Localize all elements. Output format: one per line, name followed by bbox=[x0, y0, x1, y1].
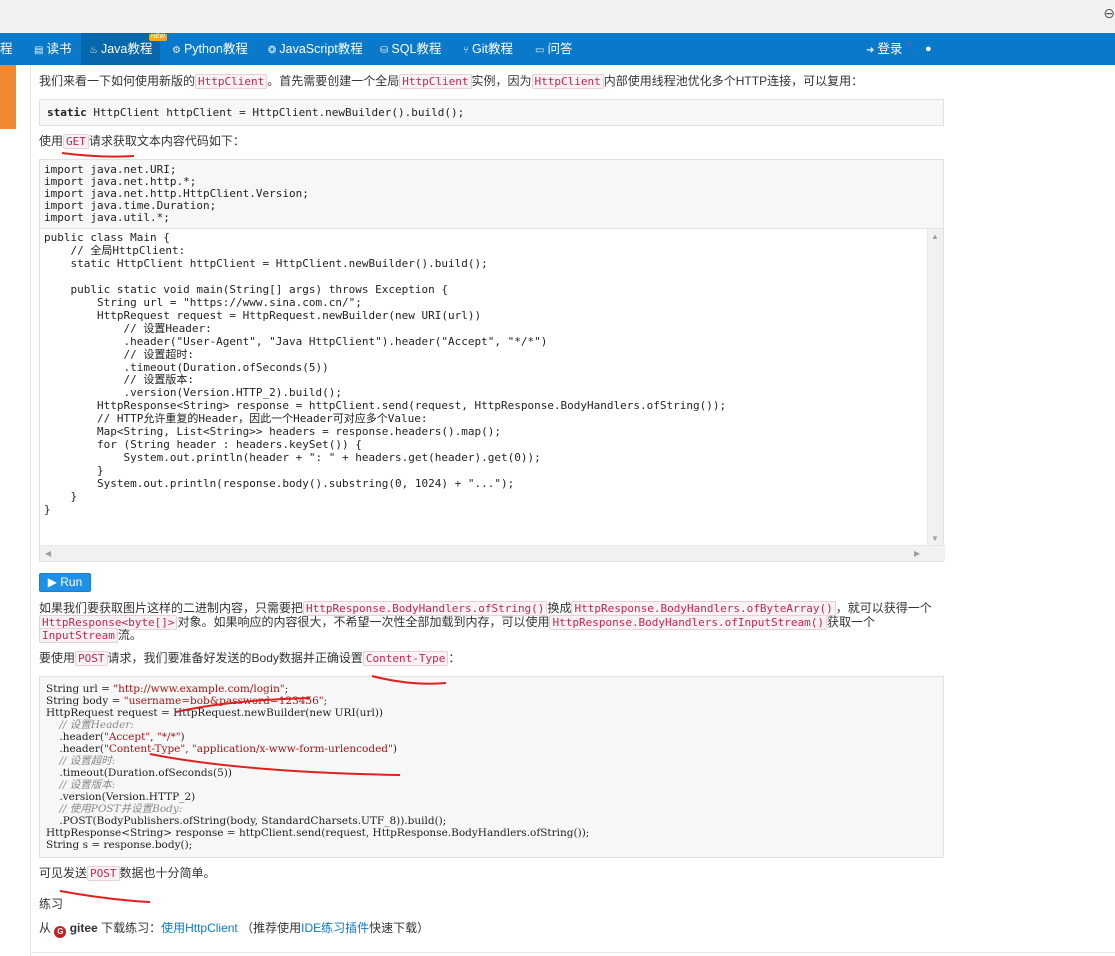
coffee-icon: ♨ bbox=[89, 45, 98, 56]
browser-topbar: ⊖ bbox=[0, 0, 1115, 34]
red-underline-post bbox=[59, 890, 151, 903]
inline-code: HttpClient bbox=[195, 74, 268, 89]
text: 要使用 bbox=[39, 651, 76, 665]
inline-code: HttpResponse.BodyHandlers.ofInputStream(… bbox=[549, 614, 827, 630]
inline-code: POST bbox=[87, 866, 120, 881]
text: 对象。如果响应的内容很大，不希望一次性全部加载到内存，可以使用 bbox=[177, 614, 550, 629]
new-badge: NEW bbox=[149, 34, 167, 41]
binary-paragraph: 如果我们要获取图片这样的二进制内容，只需要把 HttpResponse.BodyH… bbox=[39, 601, 932, 643]
scroll-down-icon[interactable]: ▼ bbox=[931, 534, 939, 543]
sign-in-icon: ➜ bbox=[866, 45, 875, 56]
language-globe-button[interactable]: ● bbox=[925, 33, 932, 65]
text: 请求，我们要准备好发送的Body数据并正确设置 bbox=[107, 651, 363, 665]
text: 使用 bbox=[39, 134, 64, 148]
gitee-label: gitee bbox=[69, 921, 98, 935]
text: 我们来看一下如何使用新版的 bbox=[39, 74, 196, 88]
text: ，就可以获得一个 bbox=[835, 601, 932, 615]
get-paragraph: 使用 GET 请求获取文本内容代码如下： bbox=[39, 134, 245, 149]
nav-item-label: 程 bbox=[0, 42, 13, 56]
nav-item-label: SQL教程 bbox=[391, 42, 442, 56]
horizontal-scrollbar[interactable]: ◀ ▶ bbox=[40, 545, 945, 561]
ide-plugin-link[interactable]: IDE练习插件 bbox=[301, 921, 369, 935]
exercise-paragraph: 从 G gitee 下载练习：使用HttpClient （推荐使用IDE练习插件… bbox=[39, 922, 429, 938]
vertical-scrollbar[interactable]: ▲ ▼ bbox=[927, 229, 943, 546]
nav-item-label: Python教程 bbox=[183, 42, 248, 56]
nav-item-tutorial[interactable]: 程 bbox=[0, 33, 13, 65]
inline-code: GET bbox=[63, 134, 89, 149]
nav-item-label: Java教程 bbox=[100, 42, 153, 56]
login-label: 登录 bbox=[877, 42, 903, 56]
post-code-block: String url = "http://www.example.com/log… bbox=[39, 676, 944, 858]
post-code: String url = "http://www.example.com/log… bbox=[46, 683, 590, 851]
code-keyword: static bbox=[47, 106, 87, 119]
inline-code: InputStream bbox=[39, 628, 118, 643]
gitee-logo-icon: G bbox=[54, 926, 67, 938]
text: （推荐使用 bbox=[241, 921, 302, 935]
comment-icon: ▭ bbox=[535, 45, 545, 56]
text: 数据也十分简单。 bbox=[119, 866, 216, 880]
nav-item-python[interactable]: ⚙ Python教程 bbox=[172, 33, 248, 65]
inline-code: HttpResponse.BodyHandlers.ofByteArray() bbox=[571, 601, 836, 616]
text: 如果我们要获取图片这样的二进制内容，只需要把 bbox=[39, 601, 304, 615]
nav-item-label: Git教程 bbox=[472, 42, 513, 56]
login-button[interactable]: ➜ 登录 bbox=[866, 33, 902, 65]
text: 从 bbox=[39, 921, 52, 935]
text: 下载练习： bbox=[101, 921, 162, 935]
nav-item-label: 问答 bbox=[547, 42, 573, 56]
nav-item-label: 读书 bbox=[46, 42, 72, 56]
scroll-left-icon[interactable]: ◀ bbox=[45, 549, 51, 558]
top-navigation: 程 ▤ 读书 ♨ Java教程 NEW ⚙ Python教程 ❂ JavaScript教程… bbox=[0, 33, 1115, 65]
run-button[interactable]: ▶ Run bbox=[39, 573, 91, 592]
inline-code: Content-Type bbox=[362, 651, 449, 666]
imports-code-block: import java.net.URI; import java.net.htt… bbox=[39, 159, 944, 228]
intro-paragraph: 我们来看一下如何使用新版的 HttpClient 。首先需要创建一个全局 HttpCl… bbox=[39, 74, 864, 89]
red-underline-get bbox=[61, 152, 135, 158]
code-editor[interactable]: public class Main { // 全局HttpClient: sta… bbox=[39, 228, 945, 562]
text: 快速下载） bbox=[369, 921, 430, 935]
text: ： bbox=[448, 651, 461, 665]
nav-item-books[interactable]: ▤ 读书 bbox=[34, 33, 71, 65]
python-icon: ⚙ bbox=[172, 45, 181, 56]
git-branch-icon: ⑂ bbox=[463, 45, 469, 56]
left-side-tab[interactable] bbox=[0, 65, 16, 129]
editor-code-text[interactable]: public class Main { // 全局HttpClient: sta… bbox=[44, 231, 726, 517]
text: 流。 bbox=[117, 628, 142, 642]
scroll-up-icon[interactable]: ▲ bbox=[931, 232, 939, 241]
zoom-out-icon[interactable]: ⊖ bbox=[1103, 5, 1115, 22]
database-icon: ⛁ bbox=[380, 45, 389, 56]
download-exercise-link[interactable]: 使用HttpClient bbox=[161, 921, 238, 935]
nav-item-qa[interactable]: ▭ 问答 bbox=[535, 33, 572, 65]
exercise-heading: 练习 bbox=[39, 897, 64, 911]
nav-item-label: JavaScript教程 bbox=[279, 42, 363, 56]
text: 内部使用线程池优化多个HTTP连接，可以复用： bbox=[603, 74, 864, 88]
book-icon: ▤ bbox=[34, 45, 44, 56]
text: 实例，因为 bbox=[471, 74, 532, 88]
simple-paragraph: 可见发送 POST 数据也十分简单。 bbox=[39, 866, 216, 881]
code-block-static-client: static HttpClient httpClient = HttpClien… bbox=[39, 99, 944, 126]
javascript-icon: ❂ bbox=[268, 45, 277, 56]
code-text: HttpClient httpClient = HttpClient.newBu… bbox=[86, 106, 465, 119]
text: 换成 bbox=[547, 601, 572, 615]
inline-code: HttpClient bbox=[531, 74, 604, 89]
content-bottom-border bbox=[30, 952, 1115, 953]
text: 获取一个 bbox=[827, 614, 876, 629]
inline-code: HttpClient bbox=[399, 74, 472, 89]
text: 。首先需要创建一个全局 bbox=[267, 74, 400, 88]
text: 请求获取文本内容代码如下： bbox=[88, 134, 245, 148]
nav-item-javascript[interactable]: ❂ JavaScript教程 bbox=[268, 33, 363, 65]
nav-item-java[interactable]: ♨ Java教程 NEW bbox=[81, 33, 167, 65]
nav-item-sql[interactable]: ⛁ SQL教程 bbox=[380, 33, 441, 65]
imports-code: import java.net.URI; import java.net.htt… bbox=[44, 163, 309, 224]
nav-item-git[interactable]: ⑂ Git教程 bbox=[463, 33, 513, 65]
inline-code: POST bbox=[75, 651, 108, 666]
scroll-right-icon[interactable]: ▶ bbox=[914, 549, 920, 558]
text: 可见发送 bbox=[39, 866, 88, 880]
post-paragraph: 要使用 POST 请求，我们要准备好发送的Body数据并正确设置 Content-Ty… bbox=[39, 651, 461, 666]
content-left-border bbox=[30, 65, 31, 956]
globe-icon: ● bbox=[925, 43, 932, 55]
